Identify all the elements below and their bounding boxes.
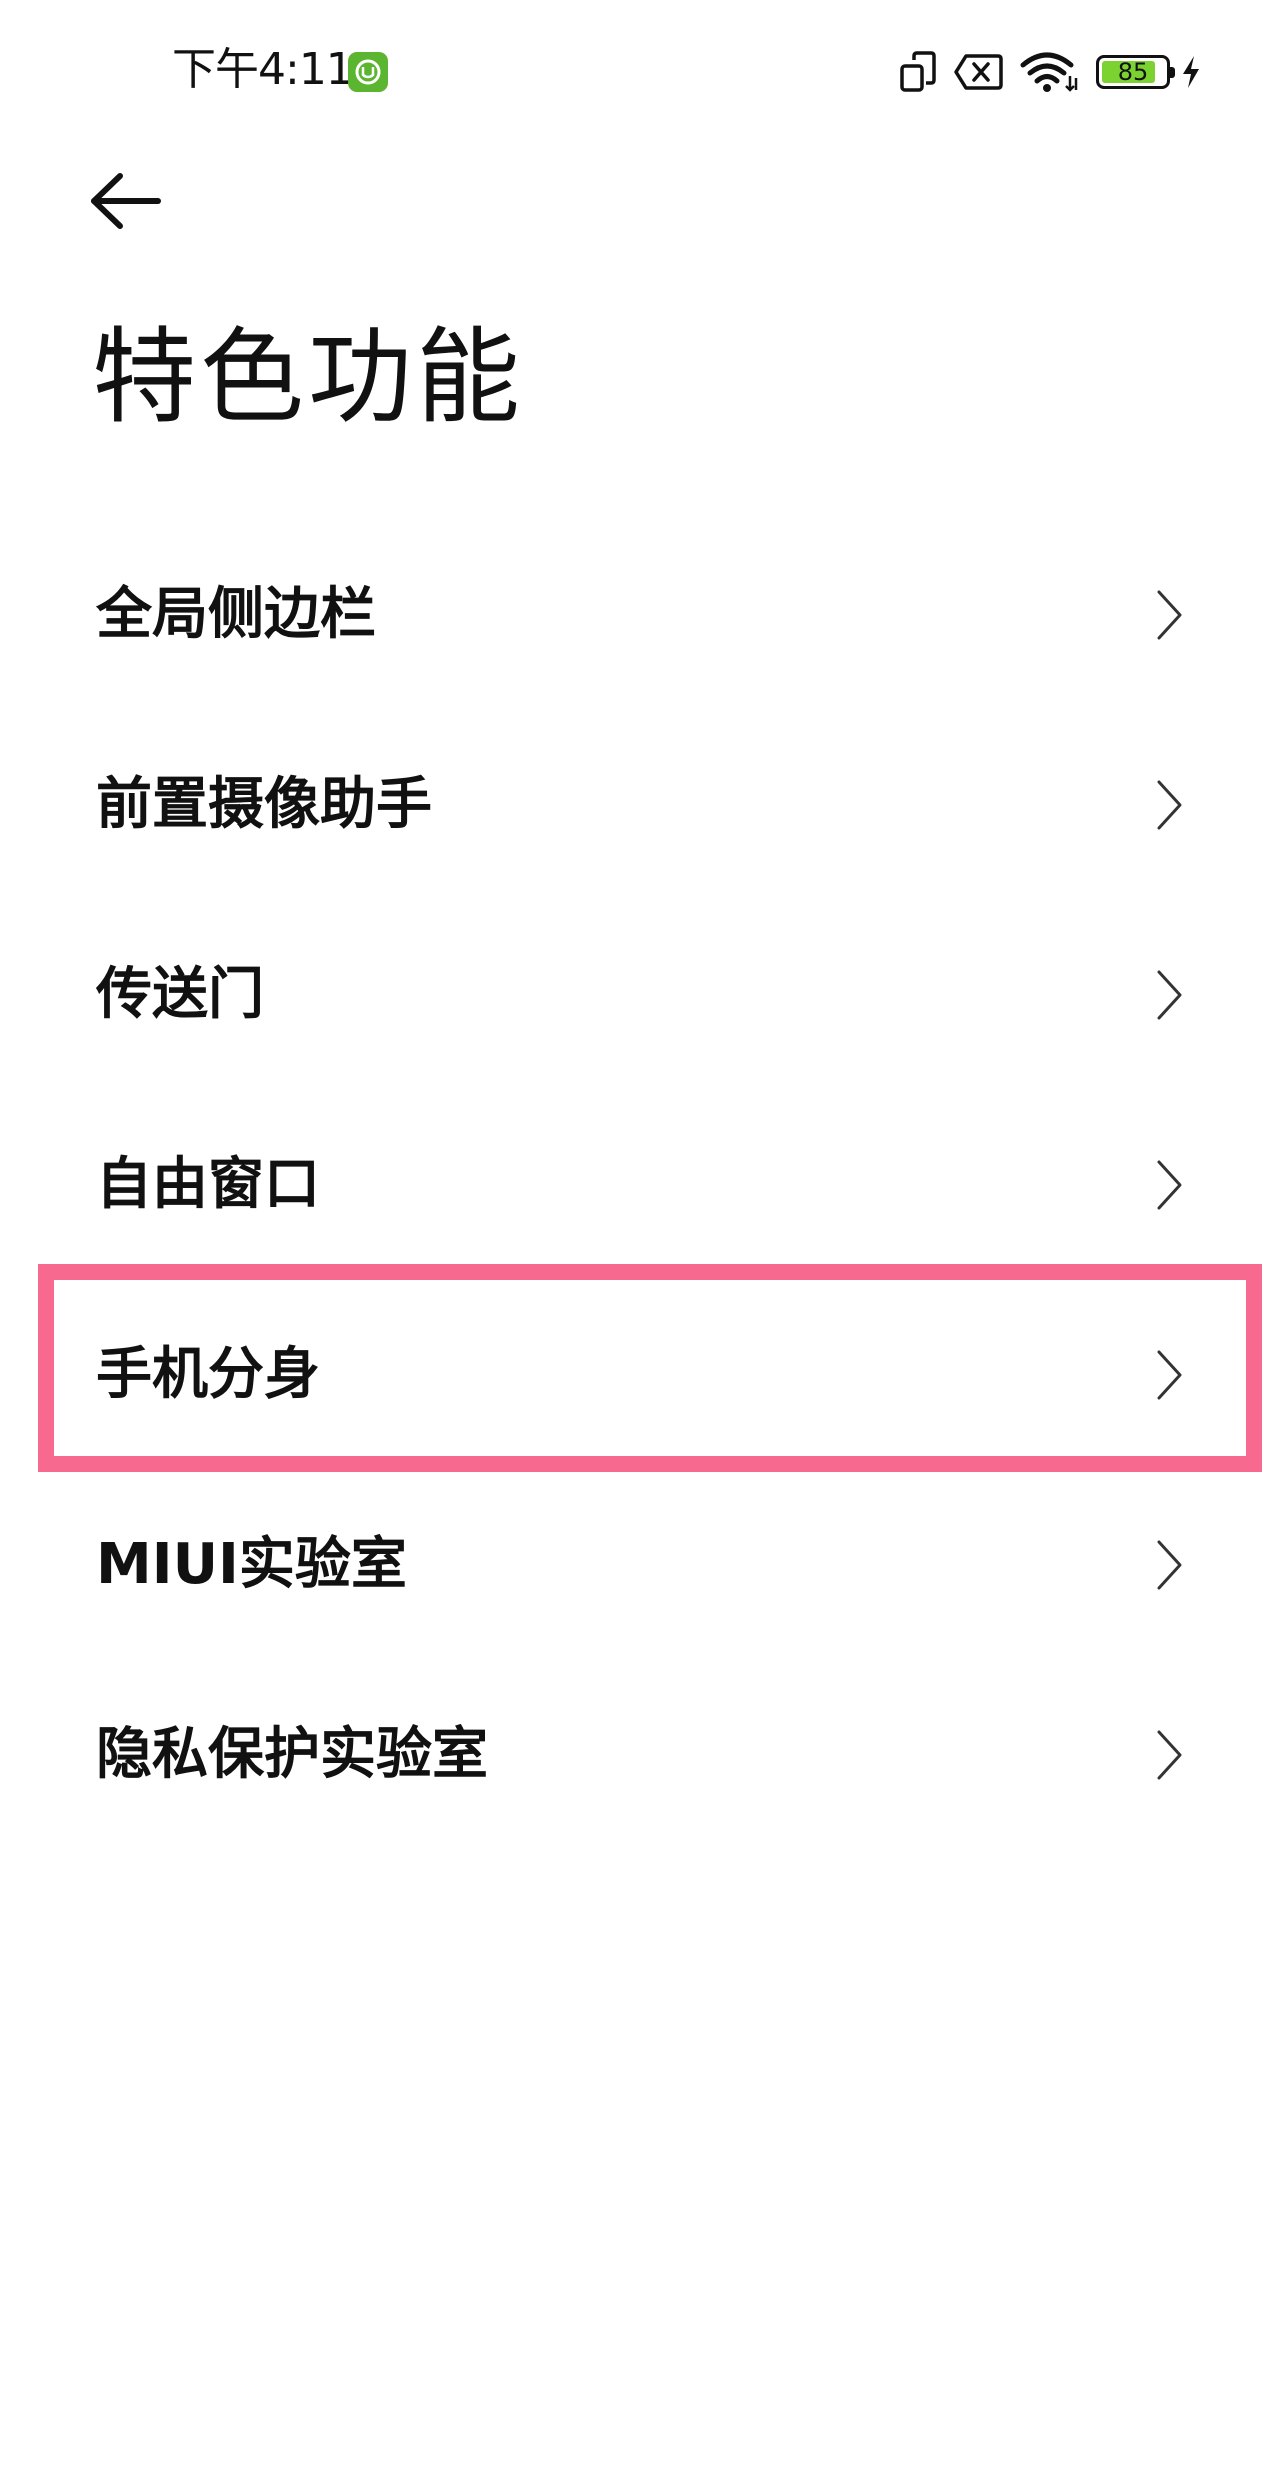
battery-tip (1170, 67, 1175, 78)
chevron-right-icon (1157, 970, 1182, 1020)
charging-icon (1183, 56, 1199, 88)
list-item-label: 自由窗口 (96, 1152, 320, 1217)
list-item-front-camera-assistant[interactable]: 前置摄像助手 (0, 710, 1280, 900)
chevron-right-icon (1157, 1160, 1182, 1210)
page-title: 特色功能 (92, 316, 525, 438)
no-sim-icon (954, 54, 1003, 90)
list-item-second-space[interactable]: 手机分身 (0, 1280, 1280, 1470)
wifi-icon (1020, 52, 1078, 92)
list-item-miui-lab[interactable]: MIUI实验室 (0, 1470, 1280, 1660)
list-item-free-window[interactable]: 自由窗口 (0, 1090, 1280, 1280)
status-bar: 下午4:11 85 (0, 0, 1280, 140)
list-item-label: 全局侧边栏 (96, 582, 376, 647)
chevron-right-icon (1157, 1350, 1182, 1400)
list-item-label: 前置摄像助手 (96, 772, 432, 837)
settings-list: 全局侧边栏 前置摄像助手 传送门 自由窗口 手机分身 MIUI实验室 隐私保护实… (0, 520, 1280, 1850)
list-item-global-sidebar[interactable]: 全局侧边栏 (0, 520, 1280, 710)
back-button[interactable] (86, 166, 176, 236)
status-icons: 85 (882, 48, 1202, 96)
battery-level: 85 (1117, 58, 1149, 86)
chevron-right-icon (1157, 1730, 1182, 1780)
notification-badge-icon (348, 52, 388, 92)
list-item-portal[interactable]: 传送门 (0, 900, 1280, 1090)
list-item-label: 手机分身 (96, 1342, 320, 1407)
status-time: 下午4:11 (172, 44, 354, 95)
list-item-label: MIUI实验室 (96, 1532, 407, 1597)
list-item-label: 隐私保护实验室 (96, 1722, 488, 1787)
chevron-right-icon (1157, 780, 1182, 830)
chevron-right-icon (1157, 1540, 1182, 1590)
battery-icon: 85 (1096, 55, 1175, 89)
back-arrow-icon (91, 173, 161, 229)
list-item-privacy-lab[interactable]: 隐私保护实验室 (0, 1660, 1280, 1850)
list-item-label: 传送门 (96, 962, 264, 1027)
screen-rotate-icon (900, 51, 936, 92)
chevron-right-icon (1157, 590, 1182, 640)
